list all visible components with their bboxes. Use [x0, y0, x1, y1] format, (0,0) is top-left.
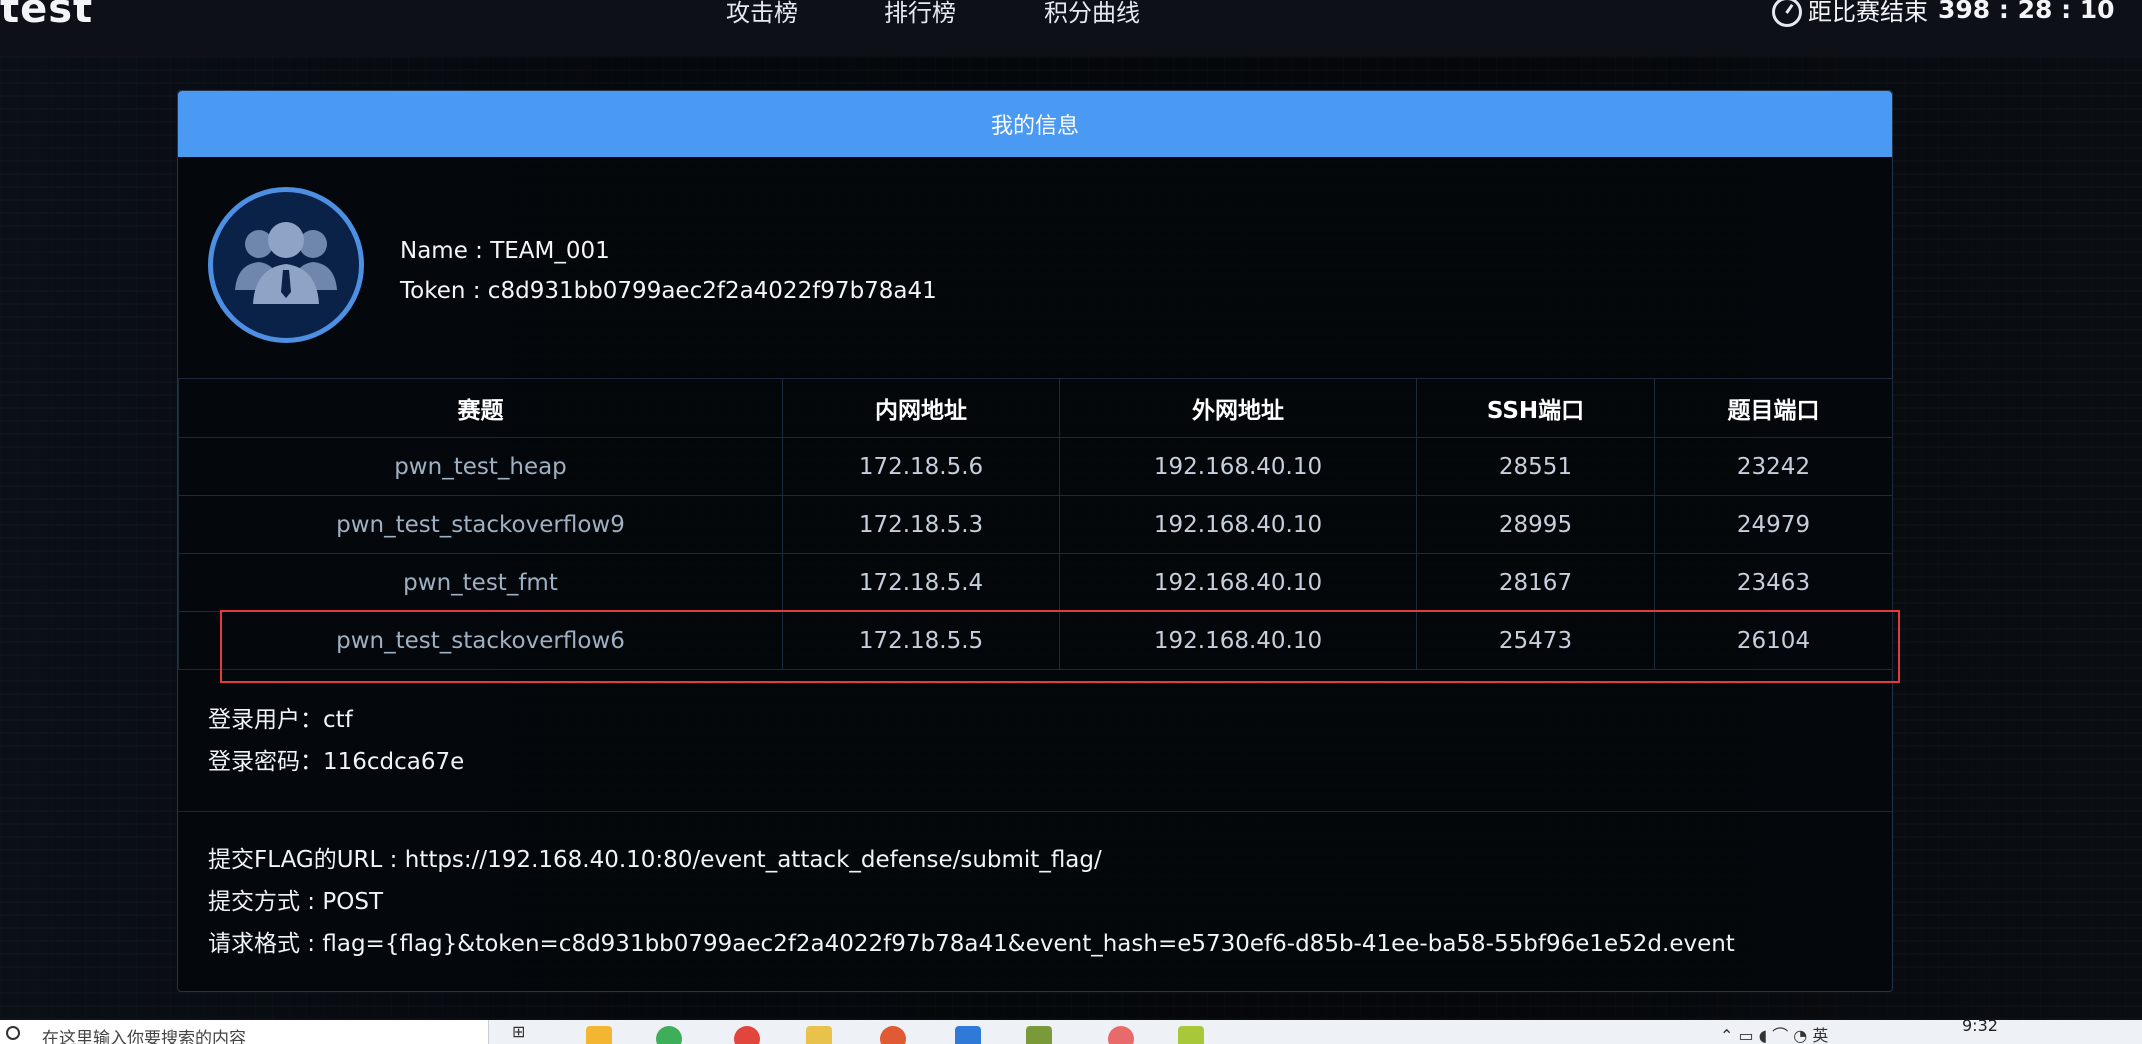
- external-address: 192.168.40.10: [1059, 495, 1417, 554]
- taskbar: 在这里输入你要搜索的内容 ⊞ ⌃ ▭ ◖ ⌒ ◔ 英 9:32: [0, 1020, 2142, 1044]
- team-token: Token : c8d931bb0799aec2f2a4022f97b78a41: [400, 278, 937, 304]
- nav-link-attack-board[interactable]: 攻击榜: [726, 0, 798, 28]
- challenge-port: 23242: [1654, 437, 1893, 496]
- top-navbar: test 攻击榜 排行榜 积分曲线 距比赛结束 398 : 28 : 10: [0, 0, 2142, 56]
- terminal-icon[interactable]: [1026, 1026, 1052, 1044]
- folder-icon[interactable]: [806, 1026, 832, 1044]
- team-users-icon: [235, 222, 337, 304]
- challenge-table: 赛题 内网地址 外网地址 SSH端口 题目端口 pwn_test_heap 17…: [178, 378, 1893, 670]
- countdown-time: 398 : 28 : 10: [1938, 0, 2115, 24]
- internal-address: 172.18.5.5: [782, 611, 1060, 670]
- app3-icon[interactable]: [1178, 1026, 1204, 1044]
- section-divider: [178, 811, 1892, 812]
- taskbar-search[interactable]: 在这里输入你要搜索的内容: [0, 1020, 489, 1044]
- internal-address: 172.18.5.4: [782, 553, 1060, 612]
- office-icon[interactable]: [880, 1026, 906, 1044]
- flag-submission-info: 提交FLAG的URL : https://192.168.40.10:80/ev…: [208, 839, 1735, 965]
- nav-link-score-curve[interactable]: 积分曲线: [1044, 0, 1140, 28]
- countdown-label: 距比赛结束: [1808, 0, 1928, 26]
- login-user-row: 登录用户：ctf: [208, 699, 464, 741]
- taskbar-clock[interactable]: 9:32: [1962, 1020, 1998, 1035]
- login-password-label: 登录密码：: [208, 749, 323, 775]
- my-info-panel: 我的信息 Name : TEAM_001 Token : c8d931bb079…: [177, 90, 1893, 992]
- file-explorer-icon[interactable]: [586, 1026, 612, 1044]
- panel-header: 我的信息: [178, 91, 1892, 157]
- challenge-name[interactable]: pwn_test_stackoverflow6: [178, 611, 783, 670]
- internal-address: 172.18.5.6: [782, 437, 1060, 496]
- external-address: 192.168.40.10: [1059, 611, 1417, 670]
- app2-icon[interactable]: [1108, 1026, 1134, 1044]
- chrome-icon[interactable]: [656, 1026, 682, 1044]
- ssh-port: 25473: [1416, 611, 1655, 670]
- challenge-name[interactable]: pwn_test_fmt: [178, 553, 783, 612]
- submit-format: 请求格式 : flag={flag}&token=c8d931bb0799aec…: [208, 931, 1735, 957]
- nav-link-ranking[interactable]: 排行榜: [884, 0, 956, 28]
- column-header-internal-address: 内网地址: [782, 378, 1060, 438]
- table-row[interactable]: pwn_test_heap 172.18.5.6 192.168.40.10 2…: [178, 437, 1893, 496]
- site-logo[interactable]: test: [0, 0, 93, 32]
- clock-icon: [1772, 0, 1802, 27]
- challenge-name[interactable]: pwn_test_stackoverflow9: [178, 495, 783, 554]
- submit-method: 提交方式 : POST: [208, 889, 383, 915]
- column-header-external-address: 外网地址: [1059, 378, 1417, 438]
- challenge-port: 23463: [1654, 553, 1893, 612]
- task-view-icon[interactable]: ⊞: [512, 1022, 525, 1041]
- external-address: 192.168.40.10: [1059, 437, 1417, 496]
- team-avatar: [208, 187, 364, 343]
- ssh-port: 28167: [1416, 553, 1655, 612]
- panel-title: 我的信息: [990, 114, 1079, 139]
- challenge-port: 24979: [1654, 495, 1893, 554]
- login-credentials: 登录用户：ctf 登录密码：116cdca67e: [208, 699, 464, 783]
- team-name: Name : TEAM_001: [400, 238, 610, 264]
- login-user-label: 登录用户：: [208, 707, 323, 733]
- table-header-row: 赛题 内网地址 外网地址 SSH端口 题目端口: [178, 378, 1893, 438]
- internal-address: 172.18.5.3: [782, 495, 1060, 554]
- table-row[interactable]: pwn_test_fmt 172.18.5.4 192.168.40.10 28…: [178, 553, 1893, 612]
- login-password-value: 116cdca67e: [323, 749, 465, 775]
- ssh-port: 28995: [1416, 495, 1655, 554]
- login-password-row: 登录密码：116cdca67e: [208, 741, 464, 783]
- ssh-port: 28551: [1416, 437, 1655, 496]
- tray-icons[interactable]: ⌃ ▭ ◖ ⌒ ◔ 英: [1720, 1022, 1828, 1044]
- column-header-ssh-port: SSH端口: [1416, 378, 1655, 438]
- table-row[interactable]: pwn_test_stackoverflow6 172.18.5.5 192.1…: [178, 611, 1893, 670]
- external-address: 192.168.40.10: [1059, 553, 1417, 612]
- taskbar-search-input[interactable]: 在这里输入你要搜索的内容: [42, 1024, 246, 1044]
- column-header-challenge: 赛题: [178, 378, 783, 438]
- challenge-port: 26104: [1654, 611, 1893, 670]
- challenge-name[interactable]: pwn_test_heap: [178, 437, 783, 496]
- login-user-value: ctf: [323, 707, 353, 733]
- edge-icon[interactable]: [955, 1026, 981, 1044]
- app-icon[interactable]: [734, 1026, 760, 1044]
- countdown-timer: 距比赛结束 398 : 28 : 10: [1772, 0, 2115, 27]
- search-icon: [6, 1026, 20, 1040]
- table-row[interactable]: pwn_test_stackoverflow9 172.18.5.3 192.1…: [178, 495, 1893, 554]
- submit-url: 提交FLAG的URL : https://192.168.40.10:80/ev…: [208, 847, 1102, 873]
- column-header-challenge-port: 题目端口: [1654, 378, 1893, 438]
- team-info: Name : TEAM_001 Token : c8d931bb0799aec2…: [400, 231, 937, 311]
